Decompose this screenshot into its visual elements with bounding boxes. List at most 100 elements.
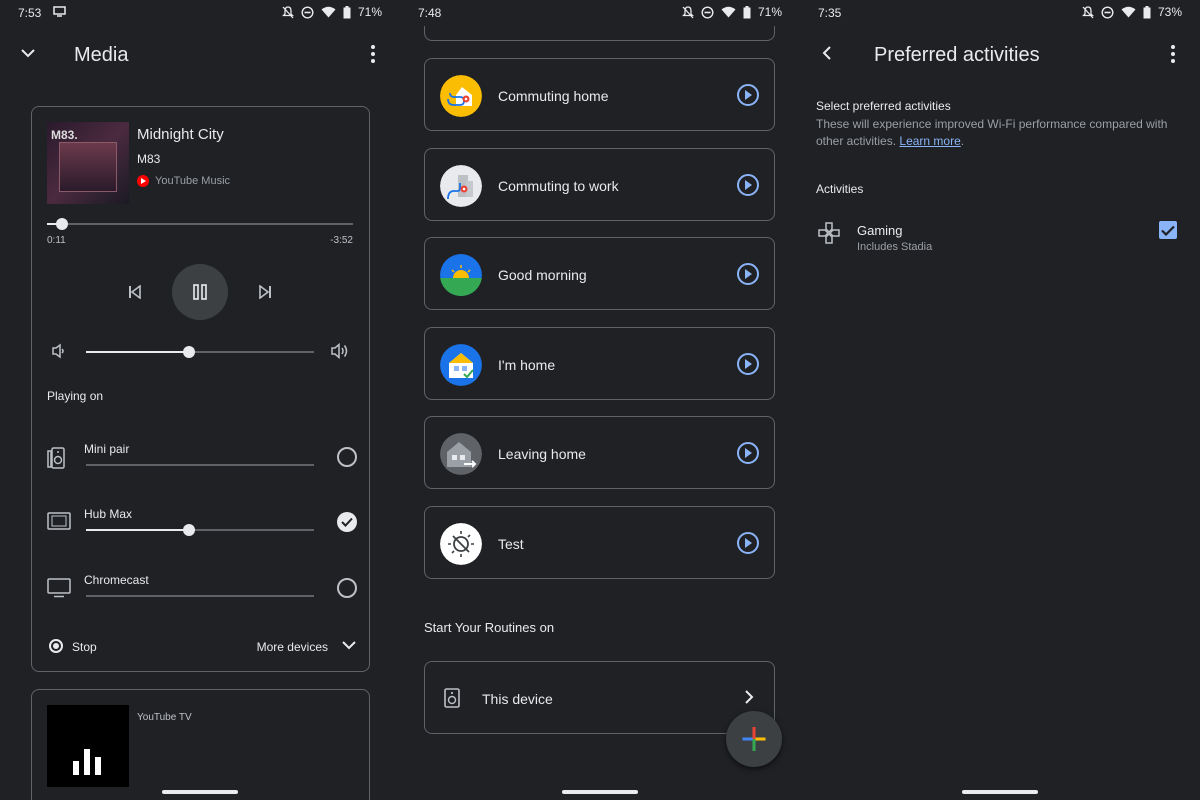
overflow-menu-icon[interactable] bbox=[370, 44, 376, 69]
activity-row-gaming[interactable]: Gaming Includes Stadia bbox=[816, 218, 1184, 262]
select-activities-heading: Select preferred activities bbox=[816, 99, 951, 113]
gesture-handle[interactable] bbox=[162, 790, 238, 794]
album-art-text: M83. bbox=[51, 128, 78, 142]
stop-and-more-row: Stop More devices bbox=[47, 637, 357, 657]
youtube-music-icon bbox=[137, 175, 149, 187]
battery-icon bbox=[1143, 5, 1151, 18]
youtube-tv-thumbnail bbox=[47, 705, 129, 787]
routine-card-leaving-home[interactable]: Leaving home bbox=[424, 416, 775, 489]
routine-card-good-morning[interactable]: Good morning bbox=[424, 237, 775, 310]
commute-home-icon bbox=[440, 75, 482, 117]
activity-subtitle: Includes Stadia bbox=[857, 241, 933, 253]
chevron-down-icon[interactable] bbox=[341, 639, 357, 654]
activity-name: Gaming bbox=[857, 223, 903, 238]
album-art: M83. bbox=[47, 122, 129, 204]
activity-checkbox[interactable] bbox=[1159, 221, 1177, 239]
activities-heading: Activities bbox=[816, 182, 864, 196]
preferred-activities-panel: 7:35 73% Preferred activities Select pre… bbox=[800, 0, 1200, 800]
collapse-chevron-icon[interactable] bbox=[19, 46, 37, 64]
page-title: Media bbox=[74, 44, 129, 66]
play-routine-icon[interactable] bbox=[737, 263, 759, 285]
page-title: Preferred activities bbox=[874, 44, 1040, 66]
battery-percent: 73% bbox=[1157, 5, 1182, 19]
playback-progress-slider[interactable] bbox=[47, 218, 353, 230]
device-radio[interactable] bbox=[337, 447, 357, 467]
this-device-row[interactable]: This device bbox=[424, 661, 775, 734]
pause-icon bbox=[193, 284, 207, 300]
status-time: 7:48 bbox=[418, 6, 442, 20]
routine-label: I'm home bbox=[498, 357, 556, 373]
routine-label: Good morning bbox=[498, 267, 587, 283]
status-bar: 7:35 73% bbox=[800, 0, 1200, 26]
add-routine-button[interactable] bbox=[726, 711, 782, 767]
wifi-icon bbox=[721, 6, 736, 18]
elapsed-time: 0:11 bbox=[47, 235, 66, 246]
speaker-icon bbox=[444, 688, 460, 713]
skip-previous-icon[interactable] bbox=[128, 284, 142, 304]
music-source-label: YouTube Music bbox=[155, 175, 231, 187]
volume-down-icon[interactable] bbox=[51, 343, 67, 364]
commute-work-icon bbox=[440, 165, 482, 207]
status-bar: 7:53 71% bbox=[0, 0, 400, 26]
battery-icon bbox=[743, 5, 751, 18]
play-routine-icon[interactable] bbox=[737, 84, 759, 106]
house-leave-icon bbox=[440, 433, 482, 475]
play-routine-icon[interactable] bbox=[737, 353, 759, 375]
do-not-disturb-icon bbox=[301, 5, 314, 19]
select-activities-description: These will experience improved Wi-Fi per… bbox=[816, 117, 1168, 148]
status-bar: 7:48 71% bbox=[400, 0, 800, 26]
routine-card-commuting-to-work[interactable]: Commuting to work bbox=[424, 148, 775, 221]
device-volume-slider[interactable] bbox=[86, 464, 314, 466]
device-row-hub-max[interactable]: Hub Max bbox=[47, 507, 357, 547]
music-source: YouTube Music bbox=[137, 175, 230, 187]
do-not-disturb-icon bbox=[1101, 5, 1114, 19]
volume-thumb[interactable] bbox=[182, 346, 195, 358]
routine-card-test[interactable]: Test bbox=[424, 506, 775, 579]
play-routine-icon[interactable] bbox=[737, 442, 759, 464]
stop-icon[interactable] bbox=[49, 639, 63, 653]
device-name: Chromecast bbox=[84, 573, 149, 587]
progress-thumb[interactable] bbox=[56, 218, 69, 230]
media-header: Media bbox=[0, 36, 400, 72]
learn-more-link[interactable]: Learn more bbox=[899, 134, 960, 148]
custom-routine-icon bbox=[440, 523, 482, 565]
device-selected-check[interactable] bbox=[337, 512, 357, 532]
house-check-icon bbox=[440, 344, 482, 386]
skip-next-icon[interactable] bbox=[258, 284, 272, 304]
routine-label: Test bbox=[498, 536, 524, 552]
this-device-label: This device bbox=[482, 691, 553, 707]
smart-display-icon bbox=[47, 512, 71, 535]
cast-tv-icon bbox=[53, 6, 66, 17]
device-name: Mini pair bbox=[84, 442, 130, 456]
remaining-time: -3:52 bbox=[330, 235, 353, 246]
volume-slider[interactable] bbox=[86, 346, 314, 358]
status-time: 7:53 bbox=[18, 6, 42, 20]
battery-percent: 71% bbox=[357, 5, 382, 19]
device-row-mini-pair[interactable]: Mini pair bbox=[47, 442, 357, 482]
gesture-handle[interactable] bbox=[962, 790, 1038, 794]
stop-button[interactable]: Stop bbox=[72, 640, 97, 654]
play-routine-icon[interactable] bbox=[737, 532, 759, 554]
device-volume-thumb[interactable] bbox=[182, 524, 195, 536]
more-devices-button[interactable]: More devices bbox=[257, 640, 328, 654]
tv-icon bbox=[47, 578, 71, 603]
device-row-chromecast[interactable]: Chromecast bbox=[47, 573, 357, 613]
sunrise-icon bbox=[440, 254, 482, 296]
overflow-menu-icon[interactable] bbox=[1170, 44, 1176, 69]
device-radio[interactable] bbox=[337, 578, 357, 598]
pause-button[interactable] bbox=[172, 264, 228, 320]
routine-card-im-home[interactable]: I'm home bbox=[424, 327, 775, 400]
device-volume-slider[interactable] bbox=[86, 595, 314, 597]
notifications-off-icon bbox=[681, 5, 694, 18]
routine-card-commuting-home[interactable]: Commuting home bbox=[424, 58, 775, 131]
device-volume-slider[interactable] bbox=[86, 524, 314, 536]
gesture-handle[interactable] bbox=[562, 790, 638, 794]
youtube-tv-label: YouTube TV bbox=[137, 712, 192, 723]
speaker-pair-icon bbox=[47, 447, 65, 474]
back-arrow-icon[interactable] bbox=[820, 45, 834, 66]
play-routine-icon[interactable] bbox=[737, 174, 759, 196]
youtube-tv-card[interactable]: YouTube TV bbox=[31, 689, 370, 800]
status-time: 7:35 bbox=[818, 6, 842, 20]
artist-name: M83 bbox=[137, 152, 161, 166]
volume-up-icon[interactable] bbox=[330, 342, 350, 365]
